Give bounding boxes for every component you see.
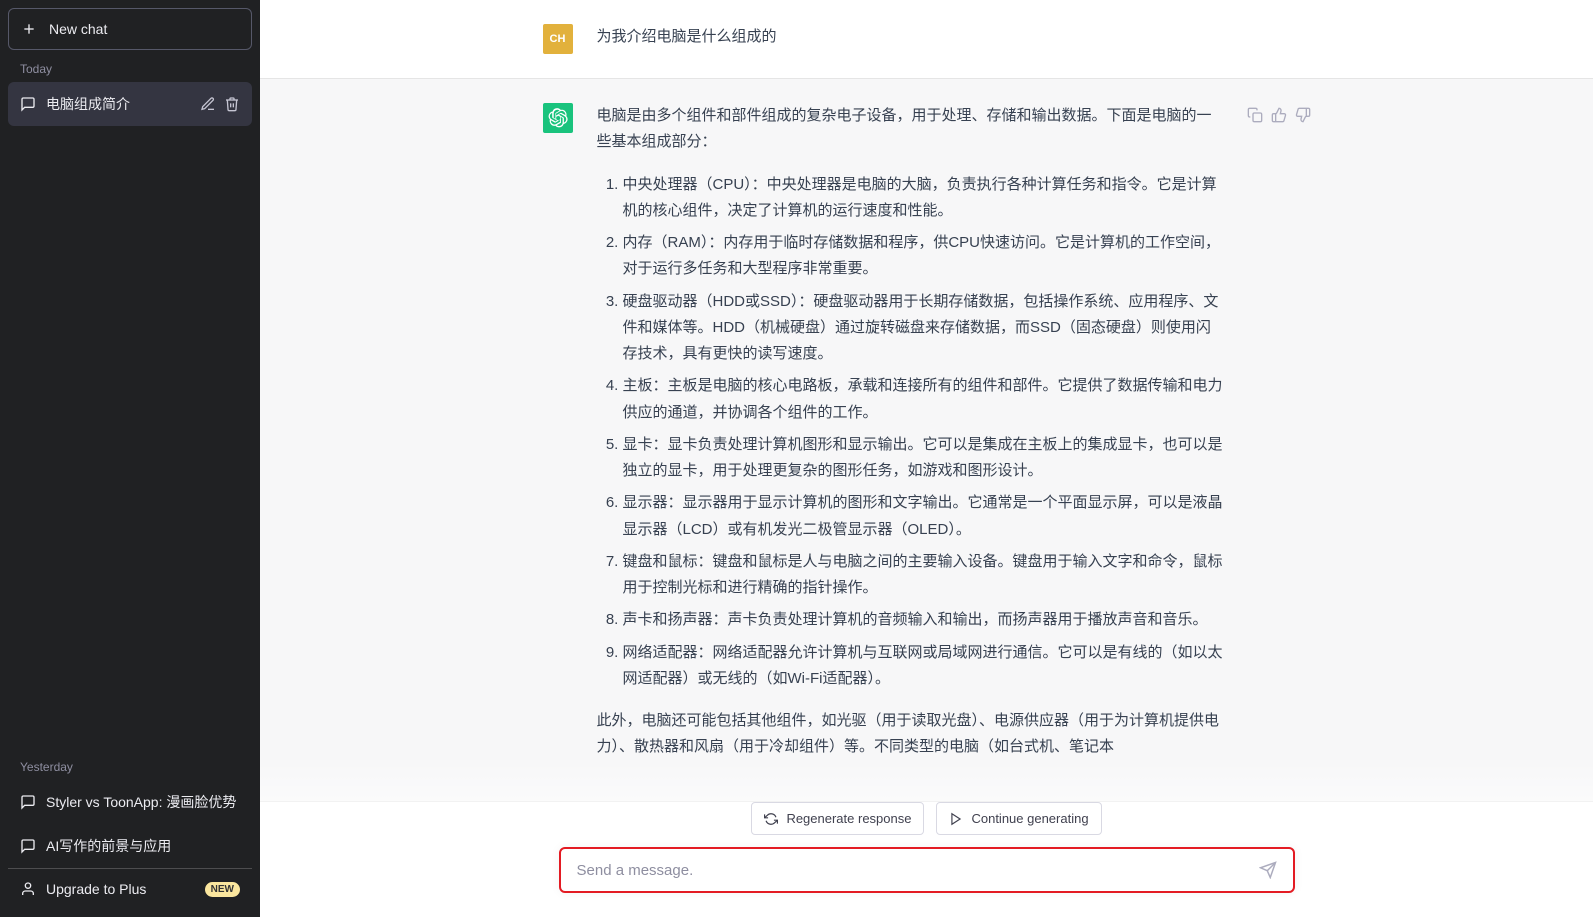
sidebar-item-label: Styler vs ToonApp: 漫画脸优势 (46, 792, 240, 812)
regenerate-label: Regenerate response (786, 811, 911, 826)
regenerate-button[interactable]: Regenerate response (751, 802, 924, 835)
copy-icon[interactable] (1247, 107, 1263, 123)
refresh-icon (764, 812, 778, 826)
message-input[interactable] (577, 862, 1259, 879)
thumbs-up-icon[interactable] (1271, 107, 1287, 123)
section-today-label: Today (8, 50, 252, 82)
upgrade-button[interactable]: Upgrade to Plus NEW (8, 868, 252, 909)
section-yesterday-label: Yesterday (8, 748, 252, 780)
assistant-list: 中央处理器（CPU）：中央处理器是电脑的大脑，负责执行各种计算任务和指令。它是计… (597, 172, 1223, 693)
list-item: 硬盘驱动器（HDD或SSD）：硬盘驱动器用于长期存储数据，包括操作系统、应用程序… (623, 289, 1223, 368)
edit-icon[interactable] (200, 96, 216, 112)
continue-button[interactable]: Continue generating (936, 802, 1101, 835)
continue-icon (949, 812, 963, 826)
sidebar-item-yesterday-0[interactable]: Styler vs ToonApp: 漫画脸优势 (8, 780, 252, 824)
chat-icon (20, 794, 36, 810)
user-message-text: 为我介绍电脑是什么组成的 (597, 24, 1311, 54)
sidebar-item-label: AI写作的前景与应用 (46, 836, 240, 856)
list-item: 中央处理器（CPU）：中央处理器是电脑的大脑，负责执行各种计算任务和指令。它是计… (623, 172, 1223, 225)
message-user: CH 为我介绍电脑是什么组成的 (260, 0, 1593, 78)
sidebar-item-today-0[interactable]: 电脑组成简介 (8, 82, 252, 126)
plus-icon (21, 21, 37, 37)
list-item: 主板：主板是电脑的核心电路板，承载和连接所有的组件和部件。它提供了数据传输和电力… (623, 373, 1223, 426)
assistant-message-text: 电脑是由多个组件和部件组成的复杂电子设备，用于处理、存储和输出数据。下面是电脑的… (597, 103, 1223, 777)
action-buttons: Regenerate response Continue generating (260, 802, 1593, 835)
assistant-intro: 电脑是由多个组件和部件组成的复杂电子设备，用于处理、存储和输出数据。下面是电脑的… (597, 103, 1223, 156)
list-item: 声卡和扬声器：声卡负责处理计算机的音频输入和输出，而扬声器用于播放声音和音乐。 (623, 607, 1223, 633)
chat-icon (20, 838, 36, 854)
bottom-area: Regenerate response Continue generating (260, 762, 1593, 917)
upgrade-label: Upgrade to Plus (46, 881, 195, 897)
user-avatar: CH (543, 24, 573, 54)
list-item: 显卡：显卡负责处理计算机图形和显示输出。它可以是集成在主板上的集成显卡，也可以是… (623, 432, 1223, 485)
sidebar-item-yesterday-1[interactable]: AI写作的前景与应用 (8, 824, 252, 868)
main-content: CH 为我介绍电脑是什么组成的 电脑是由多个组件和部件组成的复杂电子设备，用于处… (260, 0, 1593, 917)
user-icon (20, 881, 36, 897)
message-actions (1247, 103, 1311, 777)
message-input-container (559, 847, 1295, 893)
send-icon[interactable] (1259, 861, 1277, 879)
list-item: 网络适配器：网络适配器允许计算机与互联网或局域网进行通信。它可以是有线的（如以太… (623, 640, 1223, 693)
assistant-outro: 此外，电脑还可能包括其他组件，如光驱（用于读取光盘）、电源供应器（用于为计算机提… (597, 708, 1223, 761)
delete-icon[interactable] (224, 96, 240, 112)
chat-icon (20, 96, 36, 112)
message-assistant: 电脑是由多个组件和部件组成的复杂电子设备，用于处理、存储和输出数据。下面是电脑的… (260, 78, 1593, 802)
list-item: 显示器：显示器用于显示计算机的图形和文字输出。它通常是一个平面显示屏，可以是液晶… (623, 490, 1223, 543)
sidebar-item-label: 电脑组成简介 (46, 94, 190, 114)
thumbs-down-icon[interactable] (1295, 107, 1311, 123)
continue-label: Continue generating (971, 811, 1088, 826)
list-item: 键盘和鼠标：键盘和鼠标是人与电脑之间的主要输入设备。键盘用于输入文字和命令，鼠标… (623, 549, 1223, 602)
sidebar: New chat Today 电脑组成简介 Yesterday (0, 0, 260, 917)
list-item: 内存（RAM）：内存用于临时存储数据和程序，供CPU快速访问。它是计算机的工作空… (623, 230, 1223, 283)
new-chat-label: New chat (49, 21, 107, 37)
new-chat-button[interactable]: New chat (8, 8, 252, 50)
new-badge: NEW (205, 882, 240, 897)
assistant-avatar (543, 103, 573, 133)
